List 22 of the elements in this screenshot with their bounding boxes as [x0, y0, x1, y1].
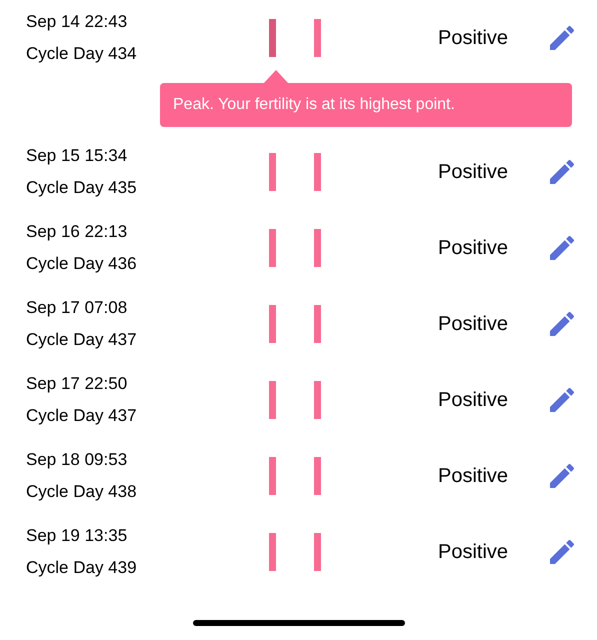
test-result: Positive [438, 388, 508, 413]
cycle-day: Cycle Day 435 [26, 172, 137, 204]
cycle-day: Cycle Day 437 [26, 400, 137, 432]
test-result: Positive [438, 26, 508, 51]
entry-datetime: Sep 16 22:13 [26, 221, 128, 243]
test-result: Positive [438, 160, 508, 185]
cycle-day: Cycle Day 434 [26, 38, 137, 70]
tooltip-text: Peak. Your fertility is at its highest point. [173, 95, 455, 115]
test-result: Positive [438, 236, 508, 261]
entry-datetime: Sep 14 22:43 [26, 11, 128, 33]
entry-datetime: Sep 19 13:35 [26, 525, 128, 547]
cycle-day: Cycle Day 439 [26, 552, 137, 584]
cycle-day: Cycle Day 437 [26, 324, 137, 356]
test-result: Positive [438, 312, 508, 337]
entry-datetime: Sep 15 15:34 [26, 145, 128, 167]
cycle-day: Cycle Day 438 [26, 476, 137, 508]
entry-datetime: Sep 17 22:50 [26, 373, 128, 395]
test-result: Positive [438, 464, 508, 489]
cycle-day: Cycle Day 436 [26, 248, 137, 280]
test-result: Positive [438, 540, 508, 565]
entry-datetime: Sep 18 09:53 [26, 449, 128, 471]
entry-datetime: Sep 17 07:08 [26, 297, 128, 319]
